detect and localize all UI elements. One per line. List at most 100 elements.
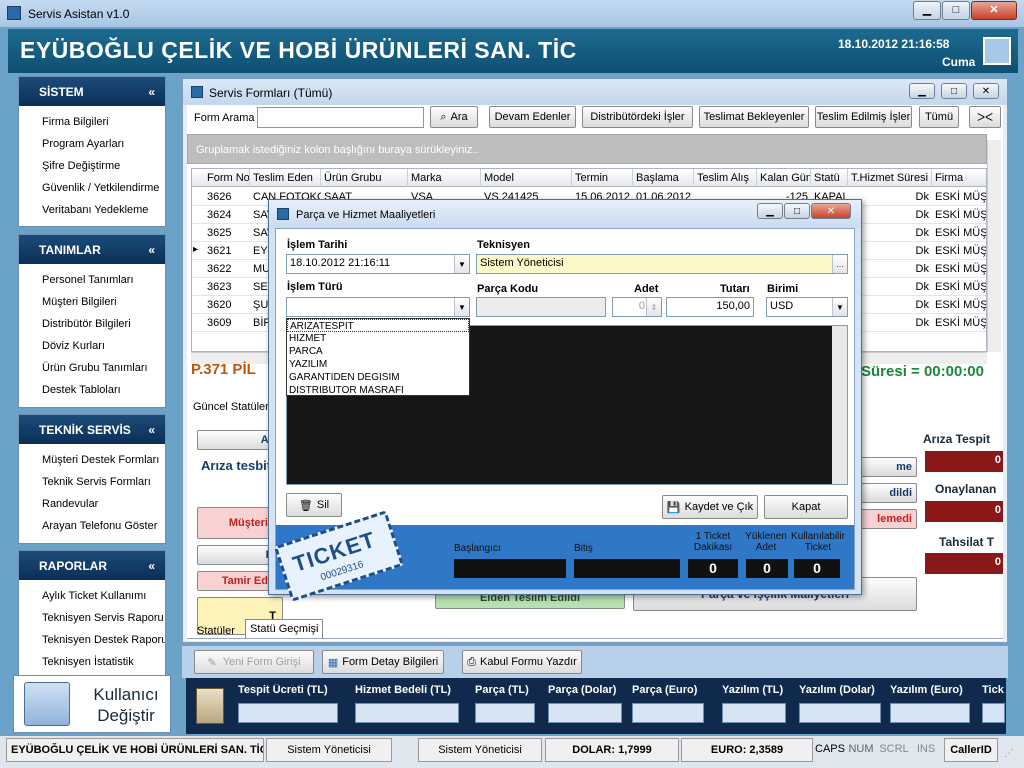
sidebar-item-teknik-servis[interactable]: Teknik Servis Formları <box>19 471 165 493</box>
dropdown-option[interactable]: GARANTIDEN DEGISIM <box>287 371 469 384</box>
grid-col-header[interactable]: Başlama <box>633 169 694 187</box>
close-button[interactable]: ✕ <box>971 1 1017 20</box>
amount-input[interactable]: 150,00 <box>666 297 754 317</box>
sidebar-tanimlar-header[interactable]: TANIMLAR « <box>19 235 165 264</box>
grid-col-header[interactable]: T.Hizmet Süresi <box>848 169 932 187</box>
sidebar-item-musteri-destek[interactable]: Müşteri Destek Formları <box>19 449 165 471</box>
tech-input[interactable]: Sistem Yöneticisi… <box>476 254 848 274</box>
sidebar-item-aylik-ticket[interactable]: Aylık Ticket Kullanımı <box>19 585 165 607</box>
qty-value: 0 <box>638 300 645 312</box>
filter-teslimat-bekleyenler[interactable]: Teslimat Bekleyenler <box>699 106 809 128</box>
sidebar-sistem: SİSTEM « Firma Bilgileri Program Ayarları… <box>18 76 166 227</box>
part-input[interactable] <box>476 297 606 317</box>
sidebar-item-musteri[interactable]: Müşteri Bilgileri <box>19 291 165 313</box>
ticket-loaded-value: 0 <box>746 559 788 578</box>
forms-close-button[interactable]: ✕ <box>973 83 999 99</box>
sidebar-item-teknisyen-istatistik[interactable]: Teknisyen İstatistik <box>19 651 165 673</box>
filter-teslim-edilmis[interactable]: Teslim Edilmiş İşler <box>815 106 912 128</box>
user-change-button[interactable]: Kullanıcı Değiştir <box>13 675 171 733</box>
sidebar-item-arayan[interactable]: Arayan Telefonu Göster <box>19 515 165 537</box>
qty-input[interactable]: 0 ⇕ <box>612 297 662 317</box>
sidebar-item-personel[interactable]: Personel Tanımları <box>19 269 165 291</box>
sidebar-item-sifre[interactable]: Şifre Değiştirme <box>19 155 165 177</box>
expand-collapse-button[interactable]: ᐳᐸ <box>969 106 1001 128</box>
dropdown-option[interactable]: HIZMET <box>287 332 469 345</box>
sidebar-item-doviz[interactable]: Döviz Kurları <box>19 335 165 357</box>
table-cell: ESKİ MÜŞ <box>935 209 987 221</box>
stepper-icon[interactable]: ⇕ <box>646 298 661 316</box>
status-caps: CAPS <box>815 743 845 755</box>
grid-col-header[interactable]: Ürün Grubu <box>321 169 408 187</box>
status-ins: INS <box>916 743 936 755</box>
sidebar-item-firma[interactable]: Firma Bilgileri <box>19 111 165 133</box>
dropdown-option[interactable]: ARIZATESPIT <box>287 319 469 332</box>
dialog-minimize-button[interactable]: ▁ <box>757 203 783 219</box>
grid-vscrollbar[interactable] <box>987 140 1001 352</box>
sidebar-item-randevular[interactable]: Randevular <box>19 493 165 515</box>
sidebar-teknik-header[interactable]: TEKNİK SERVİS « <box>19 415 165 444</box>
forms-minimize-button[interactable]: ▁ <box>909 83 935 99</box>
grid-col-header[interactable]: Termin <box>572 169 633 187</box>
grid-col-header[interactable]: Marka <box>408 169 481 187</box>
sidebar-item-destek-tablolari[interactable]: Destek Tabloları <box>19 379 165 401</box>
maximize-button[interactable]: □ <box>942 1 970 20</box>
dropdown-option[interactable]: PARCA <box>287 345 469 358</box>
type-label: İşlem Türü <box>287 281 343 293</box>
windows-icon[interactable] <box>983 37 1011 65</box>
status-tamir[interactable]: Tamir Ed <box>197 571 273 591</box>
forms-maximize-button[interactable]: □ <box>941 83 967 99</box>
search-button[interactable]: ⌕ Ara <box>430 106 478 128</box>
delete-button[interactable]: 🗑 Sil <box>286 493 342 517</box>
dialog-body: İşlem Tarihi 18.10.2012 21:16:11 ▼ Teknis… <box>273 228 855 602</box>
dialog-titlebar: Parça ve Hizmet Maaliyetleri ▁ □ ✕ <box>269 200 861 228</box>
grid-col-header[interactable]: Kalan Gün <box>757 169 811 187</box>
minimize-button[interactable]: ▁ <box>913 1 941 20</box>
new-form-button[interactable]: ✎ Yeni Form Girişi <box>194 650 314 674</box>
sidebar-item-teknisyen-destek[interactable]: Teknisyen Destek Raporu <box>19 629 165 651</box>
dropdown-option[interactable]: YAZILIM <box>287 358 469 371</box>
grid-col-header[interactable]: Form No <box>204 169 250 187</box>
tab-statuler[interactable]: Statüler <box>193 622 239 640</box>
dialog-maximize-button[interactable]: □ <box>784 203 810 219</box>
unit-select[interactable]: USD ▼ <box>766 297 848 317</box>
sidebar-item-urun-grubu[interactable]: Ürün Grubu Tanımları <box>19 357 165 379</box>
close-dialog-button[interactable]: Kapat <box>764 495 848 519</box>
app-icon <box>7 6 21 20</box>
ellipsis-icon[interactable]: … <box>832 255 847 273</box>
chevron-down-icon[interactable]: ▼ <box>454 298 469 316</box>
sidebar-item-distributor[interactable]: Distribütör Bilgileri <box>19 313 165 335</box>
status-tab-label[interactable]: Güncel Statüler <box>193 401 269 413</box>
print-form-button[interactable]: ⎙ Kabul Formu Yazdır <box>462 650 582 674</box>
sidebar-item-yedekleme[interactable]: Veritabanı Yedekleme <box>19 199 165 221</box>
tab-statu-gecmisi[interactable]: Statü Geçmişi <box>245 619 324 638</box>
chevron-down-icon[interactable]: ▼ <box>454 255 469 273</box>
filter-tumu[interactable]: Tümü <box>919 106 959 128</box>
dropdown-option[interactable]: DISTRIBUTOR MASRAFI <box>287 384 469 397</box>
filter-devam-edenler[interactable]: Devam Edenler <box>489 106 576 128</box>
dialog-close-button[interactable]: ✕ <box>811 203 851 219</box>
cost-list-scrollbar[interactable] <box>832 326 847 484</box>
grid-col-header[interactable]: Teslim Eden <box>250 169 321 187</box>
sidebar-item-program[interactable]: Program Ayarları <box>19 133 165 155</box>
status-ariza-tesbit[interactable]: Arıza tesbit <box>201 458 271 473</box>
chevron-down-icon[interactable]: ▼ <box>832 298 847 316</box>
sidebar-sistem-header[interactable]: SİSTEM « <box>19 77 165 106</box>
total-header: Yazılım (Dolar) <box>799 684 875 696</box>
sidebar-raporlar-header[interactable]: RAPORLAR « <box>19 551 165 580</box>
status-musteri[interactable]: Müşteri <box>197 507 273 539</box>
type-select[interactable]: ▼ <box>286 297 470 317</box>
grid-col-header[interactable]: Firma <box>932 169 986 187</box>
save-exit-button[interactable]: 💾 Kaydet ve Çık <box>662 495 758 519</box>
sidebar-item-teknisyen-servis[interactable]: Teknisyen Servis Raporu <box>19 607 165 629</box>
grid-col-header[interactable]: Model <box>481 169 572 187</box>
unit-value: USD <box>770 300 794 312</box>
collapse-icon: « <box>148 84 155 99</box>
form-detail-button[interactable]: ▦ Form Detay Bilgileri <box>322 650 444 674</box>
filter-distributordeki[interactable]: Distribütördeki İşler <box>582 106 693 128</box>
grid-col-header[interactable]: Teslim Alış <box>694 169 757 187</box>
resize-grip-icon[interactable]: ⋰ <box>1004 748 1018 762</box>
grid-col-header[interactable]: Statü <box>811 169 848 187</box>
sidebar-item-guvenlik[interactable]: Güvenlik / Yetkilendirme <box>19 177 165 199</box>
search-input[interactable] <box>257 107 424 128</box>
date-input[interactable]: 18.10.2012 21:16:11 ▼ <box>286 254 470 274</box>
